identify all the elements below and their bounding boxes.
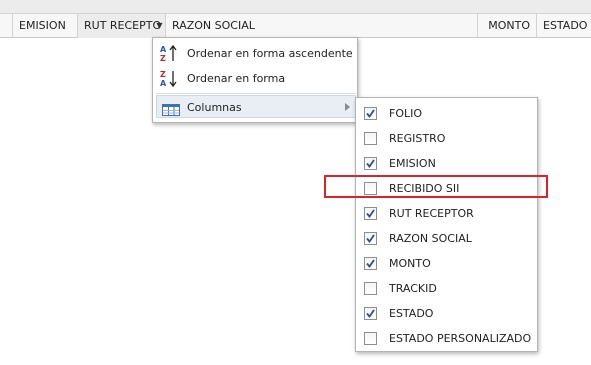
column-toggle-folio[interactable]: FOLIO	[359, 101, 535, 126]
checkbox[interactable]	[364, 232, 377, 245]
column-toggle-label: RUT RECEPTOR	[389, 207, 474, 220]
highlight-box	[324, 175, 548, 198]
column-header-label: EMISION	[19, 19, 66, 32]
checkbox[interactable]	[364, 107, 377, 120]
column-toggle-label: MONTO	[389, 257, 431, 270]
checkbox[interactable]	[364, 332, 377, 345]
checkbox[interactable]	[364, 282, 377, 295]
sort-descending-item[interactable]: Z A Ordenar en forma descendente	[156, 66, 356, 110]
column-toggle-registro[interactable]: REGISTRO	[359, 126, 535, 151]
column-header-razon-social[interactable]: RAZON SOCIAL	[166, 14, 478, 38]
menu-separator	[156, 93, 356, 94]
column-toggle-label: FOLIO	[389, 107, 423, 120]
column-header-emision[interactable]: EMISION	[13, 14, 78, 38]
column-toggle-label: ESTADO	[389, 307, 434, 320]
top-strip	[0, 0, 591, 14]
grid-header: EMISION RUT RECEPTO RAZON SOCIAL MONTO E…	[0, 14, 591, 38]
column-toggle-estado-personalizado[interactable]: ESTADO PERSONALIZADO	[359, 326, 535, 351]
column-menu: A Z Ordenar en forma ascendente Z A Orde…	[152, 37, 358, 123]
svg-text:Z: Z	[160, 54, 166, 63]
sort-za-descending-icon: Z A	[160, 69, 178, 88]
column-header-label: ESTADO	[543, 19, 588, 32]
sort-ascending-item[interactable]: A Z Ordenar en forma ascendente	[156, 41, 356, 66]
column-toggle-label: REGISTRO	[389, 132, 446, 145]
columns-submenu: FOLIO REGISTRO EMISION RECIBIDO SII RUT …	[355, 97, 538, 352]
checkbox[interactable]	[364, 307, 377, 320]
column-header-label: RAZON SOCIAL	[172, 19, 255, 32]
columns-submenu-item[interactable]: Columnas	[156, 95, 356, 118]
column-toggle-emision[interactable]: EMISION	[359, 151, 535, 176]
column-toggle-razon-social[interactable]: RAZON SOCIAL	[359, 226, 535, 251]
checkbox[interactable]	[364, 132, 377, 145]
checkbox[interactable]	[364, 157, 377, 170]
column-header-label: MONTO	[488, 19, 530, 32]
column-toggle-label: EMISION	[389, 157, 436, 170]
column-toggle-label: RAZON SOCIAL	[389, 232, 472, 245]
svg-text:Z: Z	[160, 70, 166, 79]
svg-text:A: A	[160, 79, 167, 88]
sort-az-ascending-icon: A Z	[160, 44, 178, 63]
column-toggle-trackid[interactable]: TRACKID	[359, 276, 535, 301]
submenu-arrow-icon	[345, 103, 350, 111]
svg-text:A: A	[160, 45, 167, 54]
checkbox[interactable]	[364, 257, 377, 270]
column-header-estado[interactable]: ESTADO	[537, 14, 591, 38]
column-toggle-label: TRACKID	[389, 282, 437, 295]
columns-icon	[162, 101, 180, 116]
checkbox[interactable]	[364, 207, 377, 220]
column-menu-trigger-icon[interactable]: ▼	[153, 14, 166, 38]
column-toggle-estado[interactable]: ESTADO	[359, 301, 535, 326]
column-toggle-rut-receptor[interactable]: RUT RECEPTOR	[359, 201, 535, 226]
column-toggle-label: ESTADO PERSONALIZADO	[389, 332, 532, 345]
column-header-folio[interactable]	[0, 14, 13, 38]
sort-ascending-label: Ordenar en forma ascendente	[187, 47, 353, 60]
column-header-monto[interactable]: MONTO	[478, 14, 537, 38]
column-toggle-monto[interactable]: MONTO	[359, 251, 535, 276]
columns-submenu-label: Columnas	[187, 101, 242, 114]
column-header-label: RUT RECEPTO	[84, 19, 162, 32]
